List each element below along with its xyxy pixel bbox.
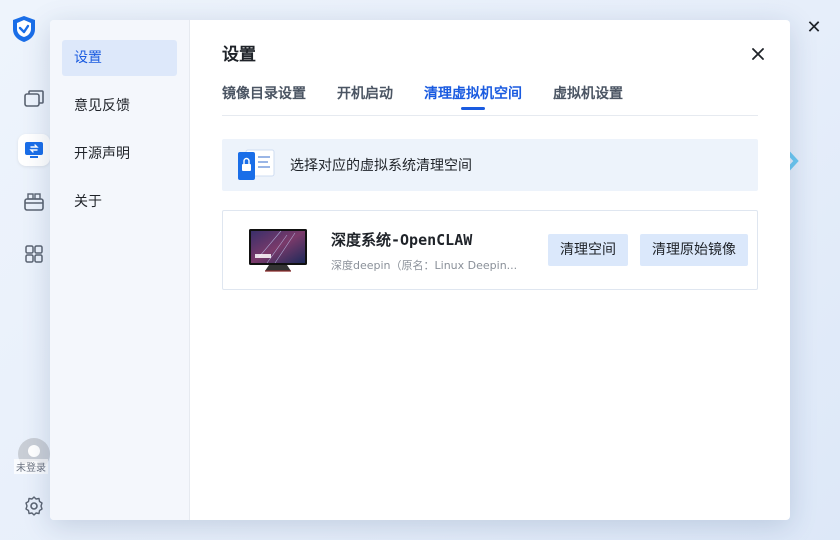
settings-main: 设置 镜像目录设置 开机启动 清理虚拟机空间 虚拟机设置 选择对应的虚拟系统清理…: [190, 20, 790, 520]
gear-icon[interactable]: [18, 490, 50, 522]
settings-sidebar: 设置 意见反馈 开源声明 关于: [50, 20, 190, 520]
tab-clean-vm-space[interactable]: 清理虚拟机空间: [424, 82, 522, 116]
settings-dialog: 设置 意见反馈 开源声明 关于 设置 镜像目录设置 开机启动 清理虚拟机空间 虚…: [50, 20, 790, 520]
vm-name: 深度系统-OpenCLAW: [331, 231, 473, 249]
virtual-machine-icon[interactable]: [18, 134, 50, 166]
page-title: 设置: [222, 45, 256, 65]
sidebar-item-feedback[interactable]: 意见反馈: [62, 88, 177, 124]
sidebar-item-about[interactable]: 关于: [62, 184, 177, 220]
monitor-thumbnail-icon: [249, 229, 307, 272]
tab-vm-settings[interactable]: 虚拟机设置: [553, 82, 623, 116]
clean-space-button[interactable]: 清理空间: [548, 234, 628, 266]
sidebar-item-open-source[interactable]: 开源声明: [62, 136, 177, 172]
shield-logo-icon: [13, 16, 35, 42]
login-status-label: 未登录: [14, 459, 48, 474]
tab-image-directory[interactable]: 镜像目录设置: [222, 82, 306, 116]
toolbox-icon[interactable]: [18, 186, 50, 218]
windows-icon[interactable]: [18, 83, 50, 115]
info-banner: 选择对应的虚拟系统清理空间: [222, 139, 758, 191]
vm-card: 深度系统-OpenCLAW 深度deepin（原名：Linux Deepin..…: [222, 210, 758, 290]
settings-tabs: 镜像目录设置 开机启动 清理虚拟机空间 虚拟机设置: [222, 82, 758, 116]
sidebar-item-settings[interactable]: 设置: [62, 40, 177, 76]
banner-text: 选择对应的虚拟系统清理空间: [290, 158, 472, 174]
apps-grid-icon[interactable]: [18, 238, 50, 270]
clean-original-image-button[interactable]: 清理原始镜像: [640, 234, 748, 266]
close-icon[interactable]: [750, 46, 766, 62]
close-icon[interactable]: ✕: [804, 18, 824, 38]
tab-startup[interactable]: 开机启动: [337, 82, 393, 116]
secure-document-icon: [238, 149, 275, 180]
vm-description: 深度deepin（原名：Linux Deepin...: [331, 259, 518, 272]
